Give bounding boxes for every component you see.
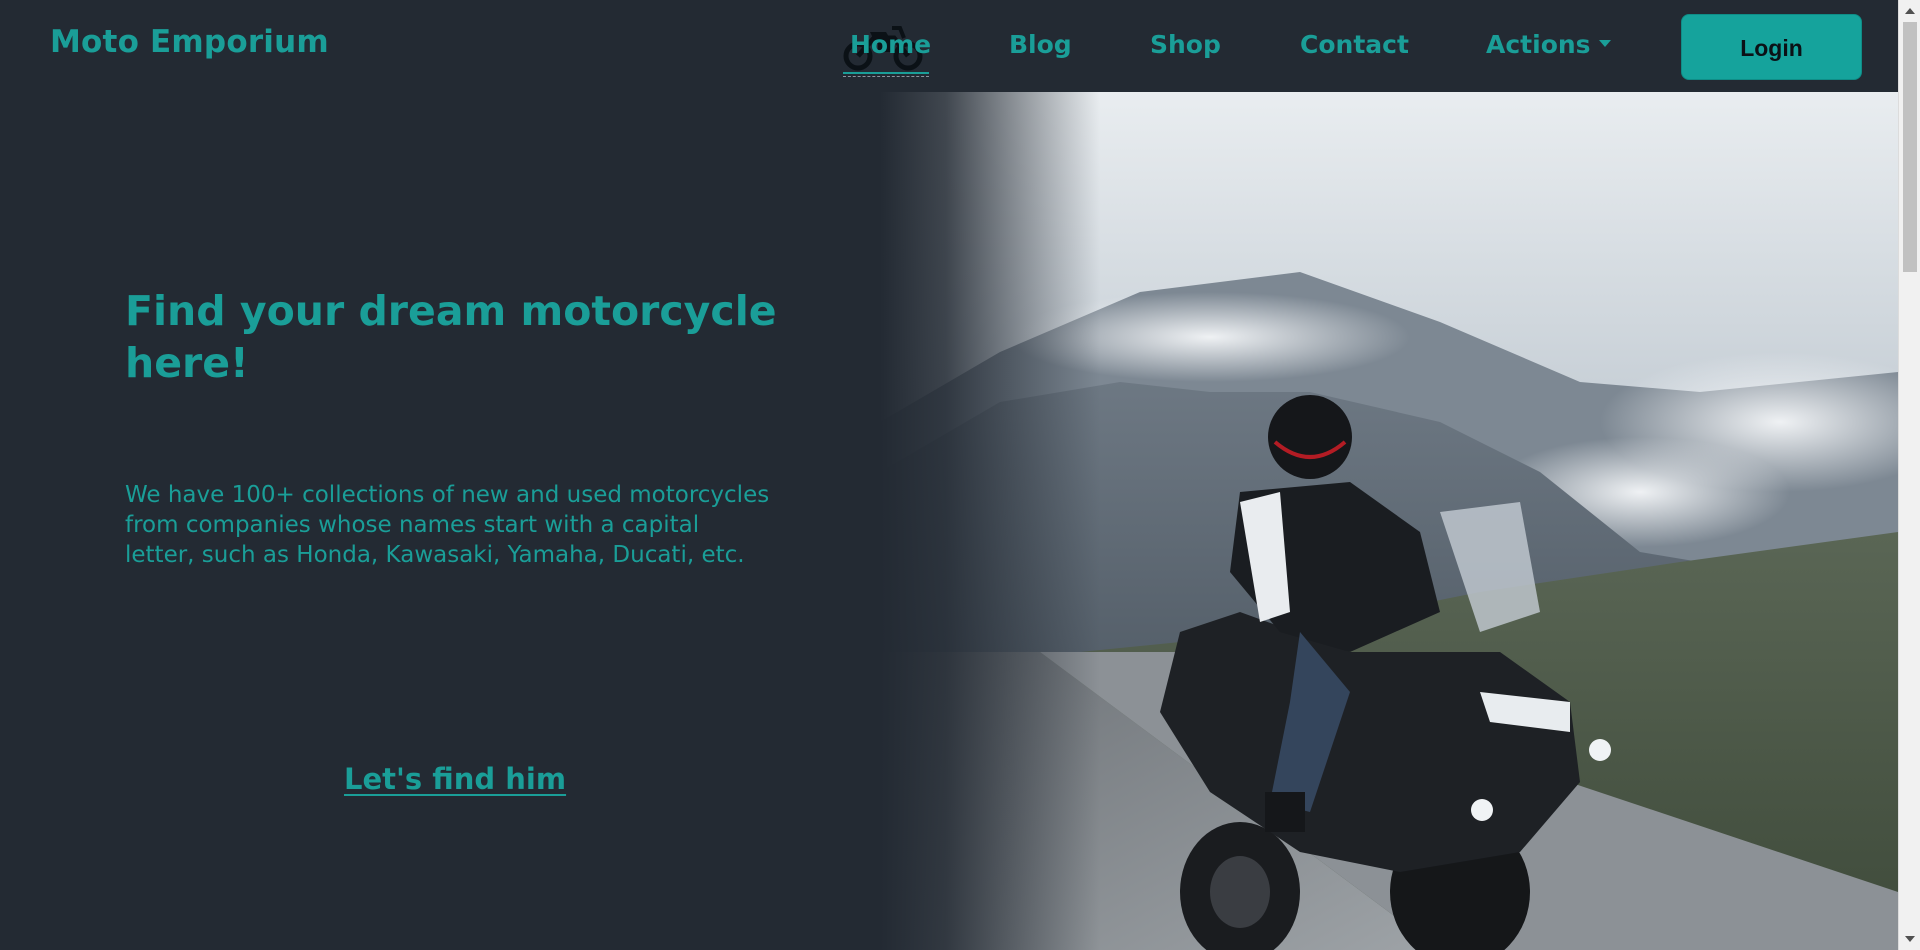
vertical-scrollbar[interactable] — [1898, 0, 1920, 950]
hero-description: We have 100+ collections of new and used… — [125, 482, 770, 568]
hero-title-container: Find your dream motorcycle here! — [125, 285, 785, 389]
nav-dropdown-actions-label: Actions — [1486, 30, 1591, 59]
nav-link-blog[interactable]: Blog — [1009, 30, 1072, 59]
nav-link-contact[interactable]: Contact — [1300, 30, 1409, 59]
nav-link-home[interactable]: Home — [850, 30, 931, 59]
navbar: Moto Emporium Home Blog Shop Contact Act… — [0, 0, 1898, 92]
nav-dropdown-actions[interactable]: Actions — [1486, 30, 1611, 59]
caret-down-icon — [1598, 39, 1611, 47]
hero-cta-link[interactable]: Let's find him — [344, 762, 566, 796]
scroll-thumb[interactable] — [1903, 22, 1917, 272]
scroll-up-arrow-icon[interactable] — [1905, 8, 1915, 14]
hero-image-fade — [880, 92, 1100, 950]
hero-title: Find your dream motorcycle here! — [125, 287, 777, 387]
login-button[interactable]: Login — [1681, 14, 1862, 80]
brand-logo[interactable]: Moto Emporium — [50, 24, 329, 60]
scroll-down-arrow-icon[interactable] — [1905, 936, 1915, 942]
nav-link-shop[interactable]: Shop — [1150, 30, 1221, 59]
page: Moto Emporium Home Blog Shop Contact Act… — [0, 0, 1920, 950]
hero-image — [880, 92, 1898, 950]
nav-active-indicator — [843, 72, 929, 77]
